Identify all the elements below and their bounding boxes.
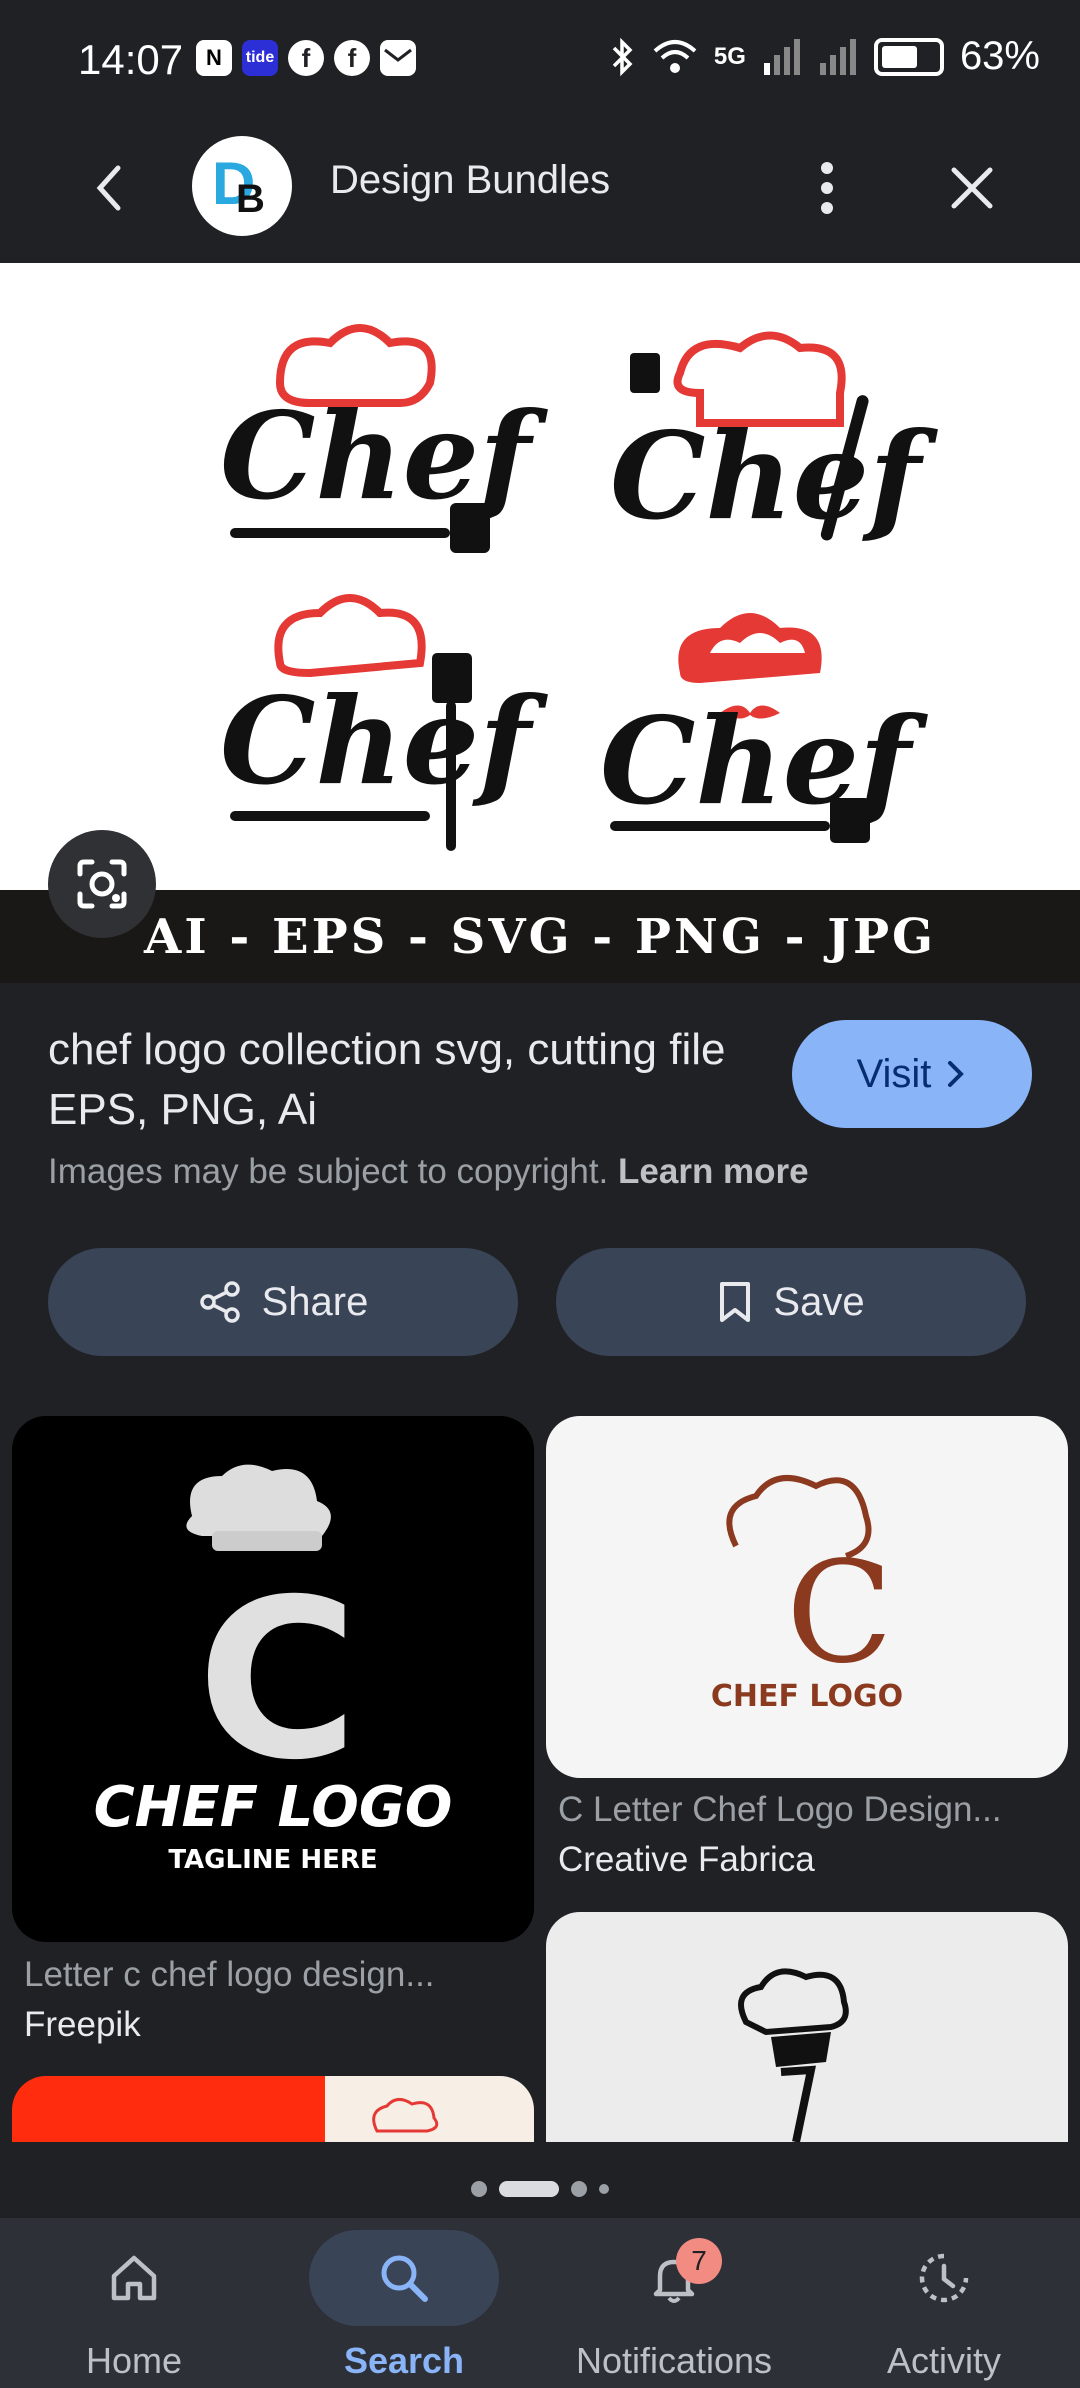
search-icon	[381, 2255, 428, 2302]
nav-search[interactable]: Search	[304, 2230, 504, 2382]
visit-button[interactable]: Visit	[792, 1020, 1032, 1128]
nav-home-label: Home	[85, 2340, 183, 2381]
battery-percent: 63%	[959, 34, 1040, 78]
nav-home[interactable]: Home	[34, 2230, 234, 2382]
related-source-1[interactable]: Freepik	[24, 2005, 141, 2045]
chef-logo-1: Chef	[220, 324, 548, 553]
svg-text:Chef: Chef	[600, 691, 928, 832]
page-dot	[471, 2181, 487, 2197]
svg-text:TAGLINE HERE: TAGLINE HERE	[168, 1845, 377, 1875]
notification-badge: 7	[676, 2238, 722, 2284]
result-title: chef logo collection svg, cutting file E…	[48, 1025, 726, 1134]
svg-text:C: C	[786, 1532, 893, 1695]
status-time: 14:07	[78, 36, 184, 83]
svg-text:CHEF LOGO: CHEF LOGO	[711, 1679, 903, 1714]
nav-activity-label: Activity	[886, 2340, 1001, 2381]
nav-search-label: Search	[343, 2340, 465, 2381]
page-indicator	[0, 2168, 1080, 2210]
bluetooth-icon	[612, 37, 633, 76]
facebook-icon: f	[334, 40, 370, 76]
related-title-1[interactable]: Letter c chef logo design...	[24, 1955, 435, 1995]
svg-text:B: B	[236, 177, 265, 221]
site-avatar: DB	[192, 136, 292, 236]
activity-icon	[919, 2253, 969, 2303]
svg-text:Chef: Chef	[610, 406, 938, 547]
svg-text:C: C	[197, 1552, 358, 1808]
lens-button[interactable]	[48, 830, 156, 938]
chevron-right-icon	[948, 1061, 965, 1087]
chef-logo-4: Chef	[600, 613, 928, 843]
copyright-text: Images may be subject to copyright.	[48, 1152, 609, 1191]
page-dot	[599, 2184, 609, 2194]
share-icon	[199, 1281, 240, 1323]
nav-home-icon-wrap	[39, 2230, 229, 2326]
more-options-icon[interactable]	[812, 158, 842, 218]
nav-notifications-label: Notifications	[575, 2340, 773, 2381]
svg-text:Chef: Chef	[220, 386, 548, 527]
related-source-2[interactable]: Creative Fabrica	[558, 1840, 815, 1880]
visit-label: Visit	[856, 1051, 932, 1096]
related-image-1[interactable]: C CHEF LOGO TAGLINE HERE	[12, 1416, 534, 1942]
google-lens-icon	[77, 859, 127, 909]
nav-search-icon-wrap	[309, 2230, 499, 2326]
mail-icon	[380, 40, 416, 76]
nav-activity-icon-wrap	[849, 2230, 1039, 2326]
status-right: 5G 63%	[610, 34, 1040, 79]
svg-text:CHEF LOGO: CHEF LOGO	[94, 1775, 453, 1840]
wifi-icon	[653, 39, 697, 73]
share-label: Share	[261, 1279, 369, 1324]
notification-icons: N tide f f	[196, 40, 416, 76]
page-dot	[571, 2181, 587, 2197]
result-image[interactable]: Chef Chef Chef Chef	[0, 263, 1080, 983]
facebook-icon: f	[288, 40, 324, 76]
chef-logo-2: Chef	[610, 331, 938, 547]
related-title-2[interactable]: C Letter Chef Logo Design...	[558, 1790, 1002, 1830]
nfc-icon: N	[196, 40, 232, 76]
close-icon[interactable]	[944, 160, 1000, 216]
bookmark-icon	[720, 1282, 751, 1322]
related-image-2[interactable]: C CHEF LOGO	[546, 1416, 1068, 1778]
related-image-4[interactable]	[12, 2076, 534, 2142]
home-icon	[111, 2255, 157, 2301]
save-label: Save	[773, 1279, 865, 1324]
back-icon[interactable]	[84, 158, 134, 218]
svg-text:Chef: Chef	[220, 671, 548, 812]
tide-icon: tide	[242, 40, 278, 76]
nav-notifications[interactable]: Notifications	[574, 2230, 774, 2382]
signal-icon	[763, 38, 800, 75]
nav-activity[interactable]: Activity	[844, 2230, 1044, 2382]
related-image-3[interactable]	[546, 1912, 1068, 2142]
learn-more-link[interactable]: Learn more	[618, 1152, 809, 1191]
page-dot-active	[499, 2181, 559, 2197]
save-button[interactable]: Save	[556, 1248, 1026, 1356]
share-button[interactable]: Share	[48, 1248, 518, 1356]
chef-logo-3: Chef	[220, 594, 548, 851]
battery-icon	[873, 37, 944, 76]
signal-icon-sim2	[819, 38, 856, 75]
format-banner: AI - EPS - SVG - PNG - JPG	[0, 890, 1080, 983]
nav-notifications-icon-wrap	[579, 2230, 769, 2326]
site-title: Design Bundles	[330, 158, 611, 202]
network-type: 5G	[713, 42, 746, 70]
copyright-notice: Images may be subject to copyright. Lear…	[48, 1152, 809, 1192]
